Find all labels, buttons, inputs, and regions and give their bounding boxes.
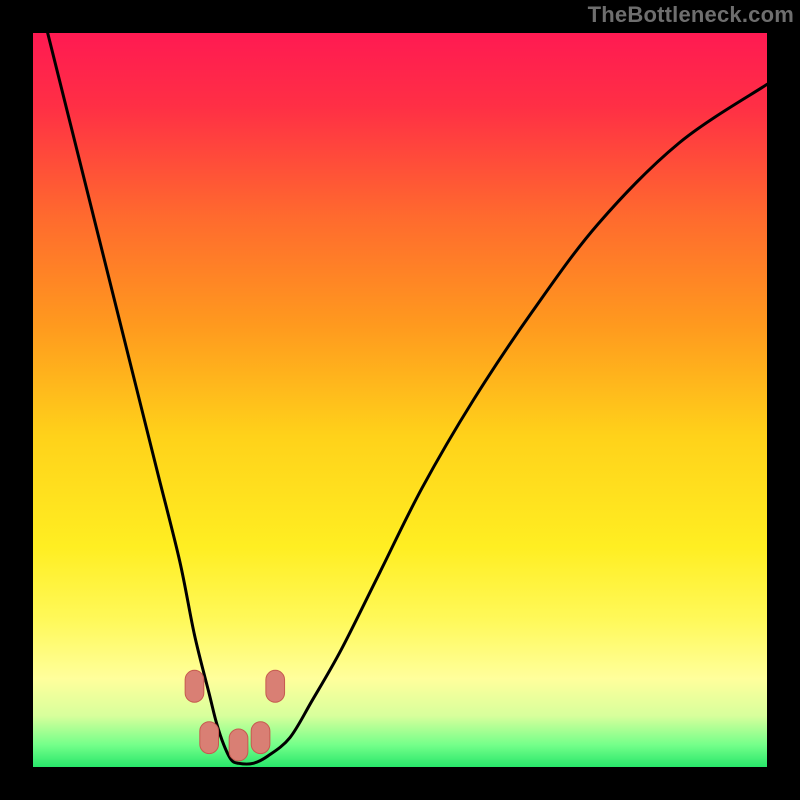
plot-area	[33, 33, 767, 767]
curve-marker	[185, 670, 204, 702]
gradient-background	[33, 33, 767, 767]
curve-marker	[200, 722, 219, 754]
bottleneck-chart	[33, 33, 767, 767]
outer-frame: TheBottleneck.com	[0, 0, 800, 800]
curve-marker	[229, 729, 248, 761]
watermark-label: TheBottleneck.com	[588, 2, 794, 28]
curve-marker	[251, 722, 270, 754]
curve-marker	[266, 670, 285, 702]
